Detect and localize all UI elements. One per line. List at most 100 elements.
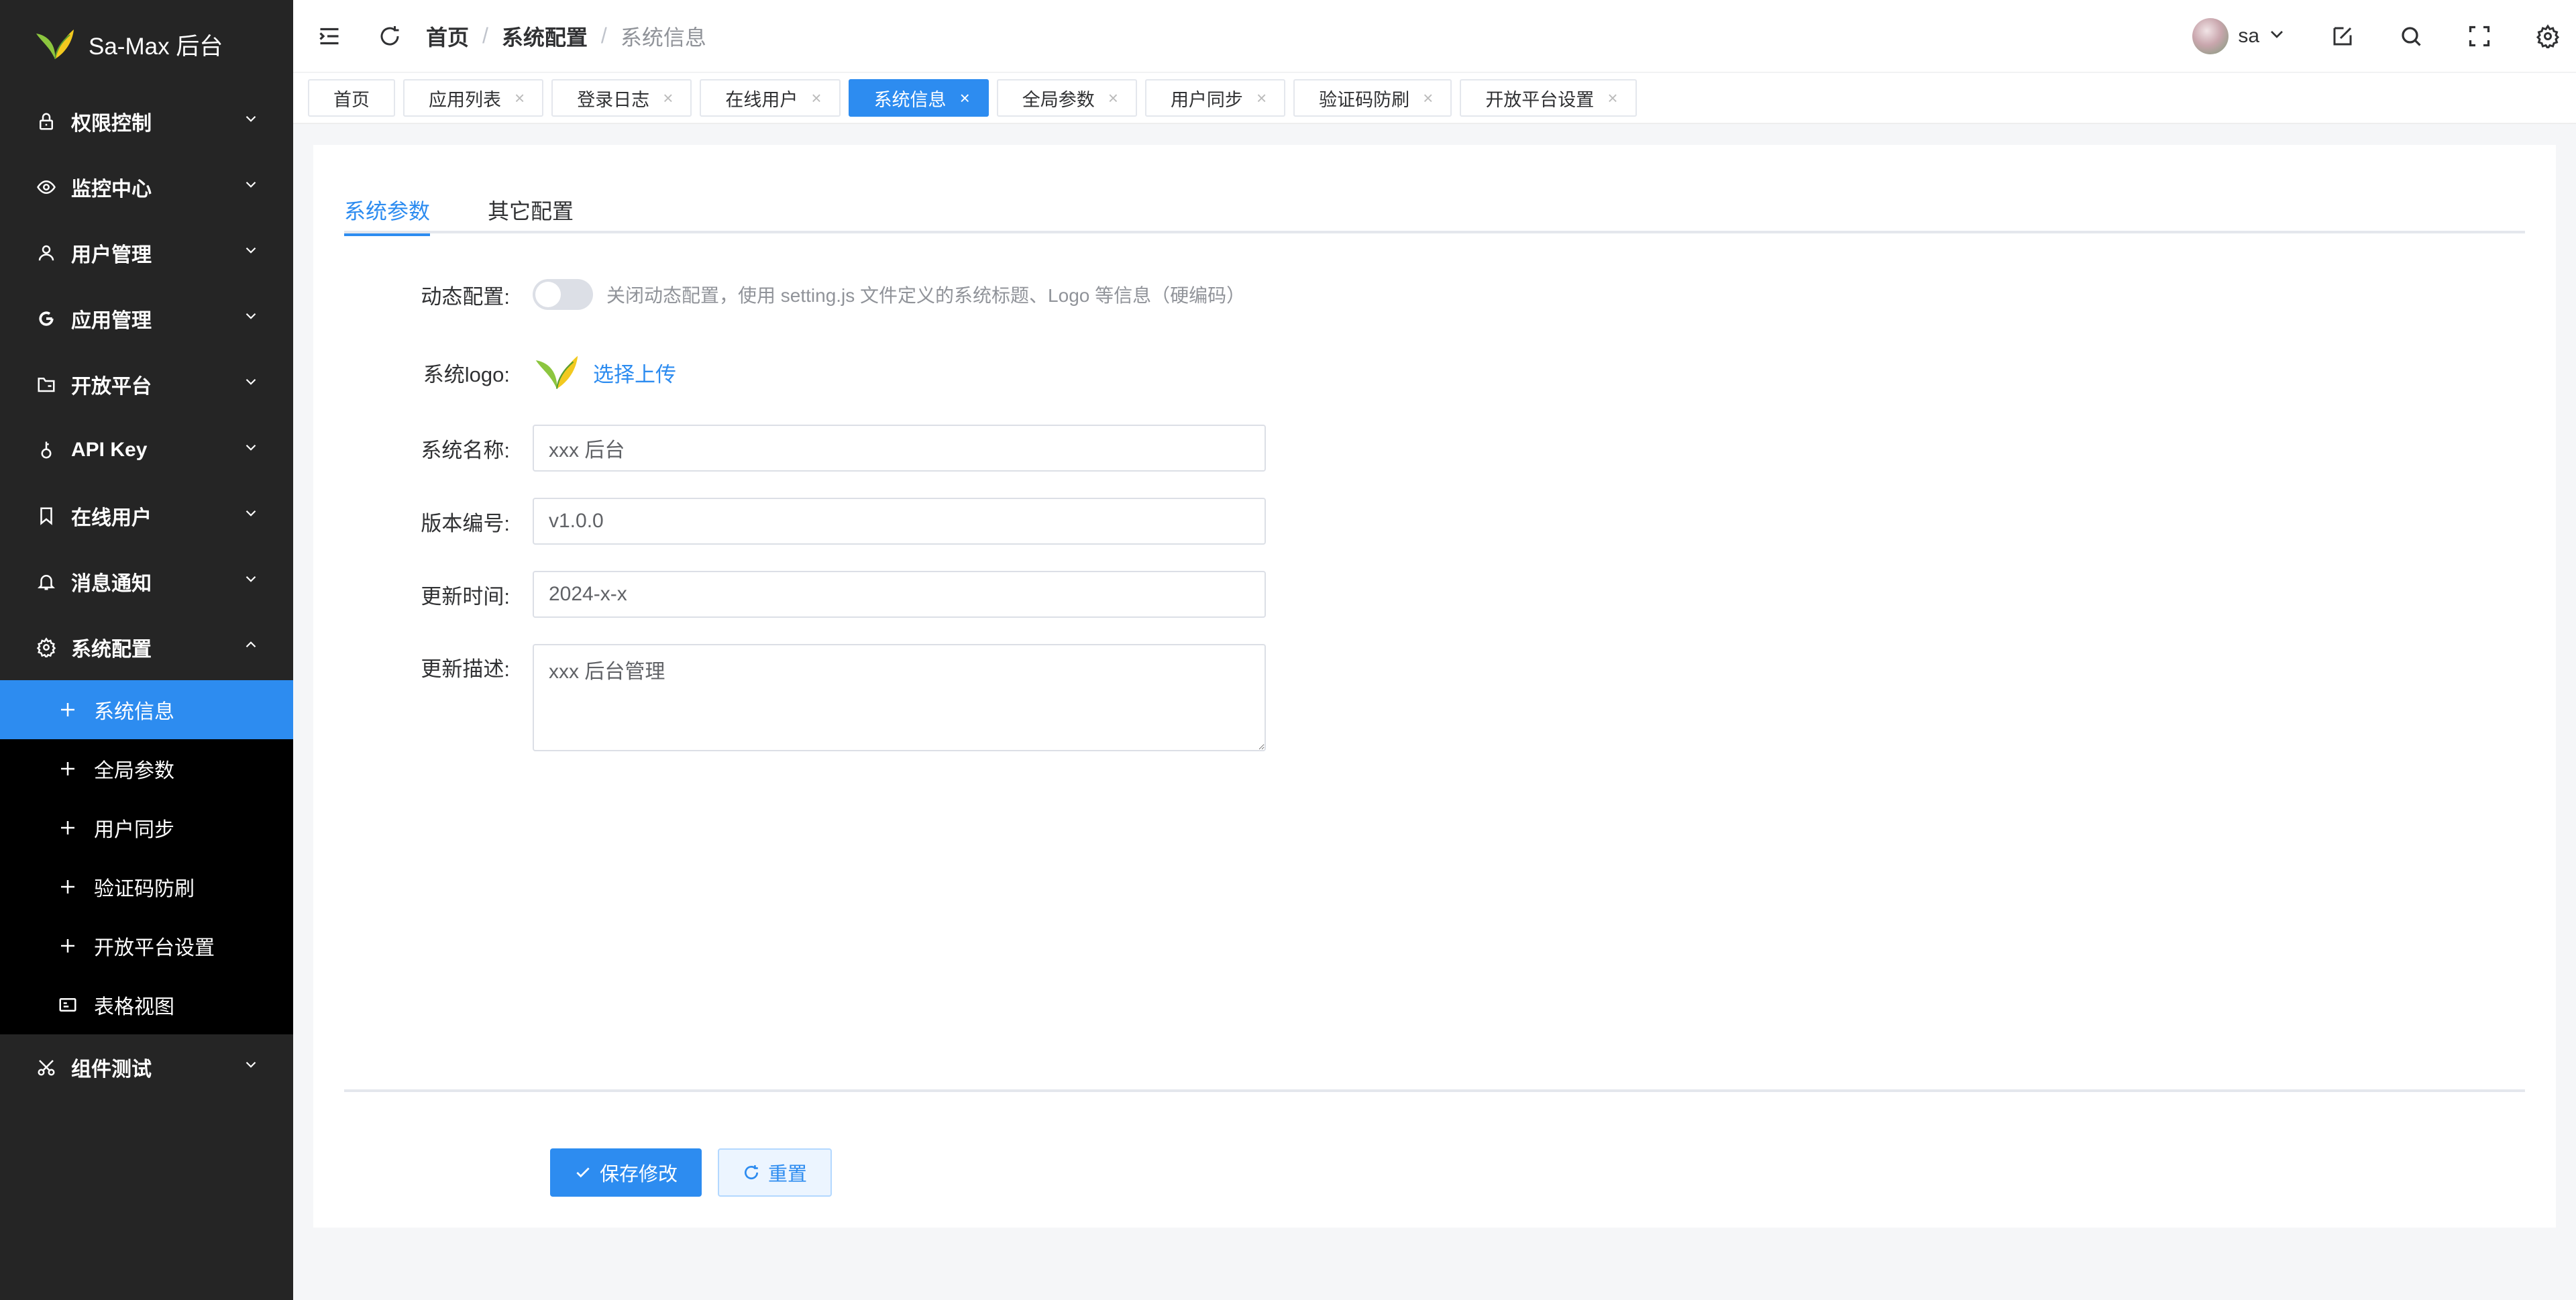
close-icon[interactable]: ×	[1423, 88, 1433, 109]
update-time-label: 更新时间:	[421, 584, 510, 608]
menu-fold-icon[interactable]	[316, 23, 343, 50]
tab-system-info[interactable]: 系统信息 ×	[848, 79, 989, 117]
sidebar-item-users[interactable]: 用户管理	[0, 220, 293, 286]
tab-global-params[interactable]: 全局参数 ×	[996, 79, 1137, 117]
plus-icon	[56, 875, 79, 898]
breadcrumb-item-system-config[interactable]: 系统配置	[502, 21, 588, 52]
eye-icon	[35, 176, 58, 199]
chevron-down-icon	[242, 241, 260, 264]
sidebar-subitem-open-platform-settings[interactable]: 开放平台设置	[0, 916, 293, 975]
sidebar-item-system-config[interactable]: 系统配置	[0, 614, 293, 680]
tab-label: 应用列表	[429, 89, 501, 110]
sidebar-subitem-system-info[interactable]: 系统信息	[0, 680, 293, 739]
close-icon[interactable]: ×	[811, 88, 821, 109]
avatar	[2192, 17, 2229, 54]
version-input[interactable]	[533, 498, 1266, 545]
sidebar-item-monitor[interactable]: 监控中心	[0, 154, 293, 220]
folder-icon	[35, 373, 58, 396]
content-tabs: 系统参数 其它配置	[344, 180, 2525, 236]
system-config-submenu: 系统信息 全局参数 用户同步 验证码防刷 开放平台设置 表格视图	[0, 680, 293, 1034]
tab-open-platform-settings[interactable]: 开放平台设置 ×	[1460, 79, 1637, 117]
settings-gear-icon[interactable]	[2534, 23, 2561, 50]
tab-user-sync[interactable]: 用户同步 ×	[1144, 79, 1286, 117]
version-label: 版本编号:	[421, 511, 510, 535]
app-logo[interactable]: Sa-Max 后台	[0, 0, 293, 89]
form-row-update-time: 更新时间:	[313, 571, 1266, 618]
sidebar-item-component-test[interactable]: 组件测试	[0, 1034, 293, 1100]
breadcrumb-item-system-info: 系统信息	[620, 25, 706, 50]
reset-button[interactable]: 重置	[718, 1148, 832, 1197]
check-icon	[576, 1167, 590, 1178]
leaf-logo-icon	[36, 30, 74, 60]
breadcrumb-item-home[interactable]: 首页	[426, 21, 469, 52]
close-icon[interactable]: ×	[663, 88, 673, 109]
tab-label: 登录日志	[577, 89, 650, 110]
dynamic-config-description: 关闭动态配置，使用 setting.js 文件定义的系统标题、Logo 等信息（…	[606, 285, 1246, 306]
update-description-textarea[interactable]: xxx 后台管理	[533, 644, 1266, 751]
close-icon[interactable]: ×	[1256, 88, 1267, 109]
sidebar-subitem-user-sync[interactable]: 用户同步	[0, 798, 293, 857]
system-name-input[interactable]	[533, 425, 1266, 472]
tab-label: 全局参数	[1022, 89, 1095, 110]
app-icon	[35, 307, 58, 330]
plus-icon	[56, 698, 79, 721]
bookmark-icon	[35, 504, 58, 527]
form-row-name: 系统名称:	[313, 425, 1266, 472]
chevron-down-icon	[242, 1056, 260, 1079]
form-divider	[344, 1089, 2525, 1092]
chevron-down-icon	[242, 176, 260, 199]
tab-label: 用户同步	[1170, 89, 1243, 110]
breadcrumb-separator: /	[482, 23, 488, 48]
sidebar-subitem-label: 开放平台设置	[94, 937, 215, 959]
sidebar-item-notifications[interactable]: 消息通知	[0, 549, 293, 614]
chevron-down-icon	[242, 504, 260, 527]
chevron-down-icon	[242, 373, 260, 396]
search-icon[interactable]	[2398, 23, 2424, 50]
plus-icon	[56, 757, 79, 780]
sidebar-subitem-label: 表格视图	[94, 996, 174, 1018]
sidebar-item-api-key[interactable]: API Key	[0, 417, 293, 483]
settings-card: 系统参数 其它配置 动态配置: 关闭动态配置，使用 setting.js 文件定…	[313, 145, 2556, 1228]
fullscreen-icon[interactable]	[2466, 23, 2493, 50]
tab-app-list[interactable]: 应用列表 ×	[403, 79, 544, 117]
form-row-logo: 系统logo: 选择上传	[313, 353, 676, 392]
edit-icon[interactable]	[2329, 23, 2356, 50]
top-header: 首页 / 系统配置 / 系统信息 sa	[293, 0, 2576, 72]
sidebar-item-label: 监控中心	[71, 178, 152, 201]
breadcrumb-separator: /	[600, 23, 607, 48]
sidebar-subitem-label: 用户同步	[94, 819, 174, 841]
close-icon[interactable]: ×	[960, 88, 970, 109]
sidebar-item-apps[interactable]: 应用管理	[0, 286, 293, 351]
sidebar-item-label: 应用管理	[71, 310, 152, 332]
update-description-label: 更新描述:	[421, 657, 510, 681]
upload-logo-link[interactable]: 选择上传	[593, 358, 676, 388]
key-icon	[35, 439, 58, 462]
system-logo-label: 系统logo:	[423, 362, 510, 386]
tab-online-users[interactable]: 在线用户 ×	[700, 79, 841, 117]
close-icon[interactable]: ×	[515, 88, 525, 109]
user-menu[interactable]: sa	[2192, 17, 2288, 54]
sidebar-subitem-captcha[interactable]: 验证码防刷	[0, 857, 293, 916]
breadcrumb: 首页 / 系统配置 / 系统信息	[426, 21, 706, 52]
tab-captcha[interactable]: 验证码防刷 ×	[1293, 79, 1452, 117]
sidebar-subitem-label: 系统信息	[94, 701, 174, 723]
close-icon[interactable]: ×	[1108, 88, 1118, 109]
update-time-input[interactable]	[533, 571, 1266, 618]
sidebar-subitem-global-params[interactable]: 全局参数	[0, 739, 293, 798]
sidebar-item-online-users[interactable]: 在线用户	[0, 483, 293, 549]
plus-icon	[56, 934, 79, 957]
tab-other-config[interactable]: 其它配置	[488, 180, 574, 233]
tab-home[interactable]: 首页	[308, 79, 395, 117]
sidebar-item-open-platform[interactable]: 开放平台	[0, 351, 293, 417]
tab-login-log[interactable]: 登录日志 ×	[551, 79, 692, 117]
close-icon[interactable]: ×	[1607, 88, 1617, 109]
save-button[interactable]: 保存修改	[550, 1148, 702, 1197]
sidebar-item-label: API Key	[71, 439, 148, 461]
tab-system-params[interactable]: 系统参数	[344, 180, 431, 236]
sidebar-item-permission[interactable]: 权限控制	[0, 89, 293, 154]
refresh-icon[interactable]	[376, 23, 403, 50]
sidebar-subitem-table-view[interactable]: 表格视图	[0, 975, 293, 1034]
table-view-icon	[56, 993, 79, 1016]
sidebar: Sa-Max 后台 权限控制 监控中心 用户管理 应用管理 开放平台 API K…	[0, 0, 293, 1300]
dynamic-config-switch[interactable]	[533, 279, 593, 310]
